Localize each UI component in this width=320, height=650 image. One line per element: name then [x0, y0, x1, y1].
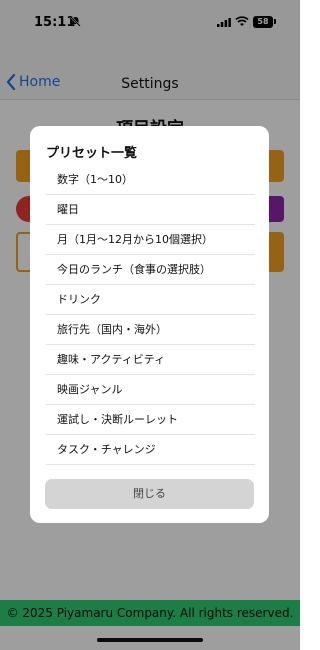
- preset-item[interactable]: 今日のランチ（食事の選択肢）: [46, 255, 255, 285]
- close-button[interactable]: 閉じる: [45, 479, 254, 509]
- preset-item[interactable]: 趣味・アクティビティ: [46, 345, 255, 375]
- preset-item[interactable]: 数字（1〜10）: [46, 165, 255, 195]
- preset-item[interactable]: 映画ジャンル: [46, 375, 255, 405]
- preset-item[interactable]: ドリンク: [46, 285, 255, 315]
- preset-item[interactable]: 月（1月〜12月から10個選択）: [46, 225, 255, 255]
- preset-item[interactable]: タスク・チャレンジ: [46, 435, 255, 465]
- preset-item[interactable]: 旅行先（国内・海外）: [46, 315, 255, 345]
- modal-title: プリセット一覧: [46, 146, 138, 161]
- preset-item[interactable]: 運試し・決断ルーレット: [46, 405, 255, 435]
- preset-list: 数字（1〜10） 曜日 月（1月〜12月から10個選択） 今日のランチ（食事の選…: [46, 165, 255, 465]
- preset-modal: プリセット一覧 数字（1〜10） 曜日 月（1月〜12月から10個選択） 今日の…: [30, 126, 269, 523]
- preset-item[interactable]: 曜日: [46, 195, 255, 225]
